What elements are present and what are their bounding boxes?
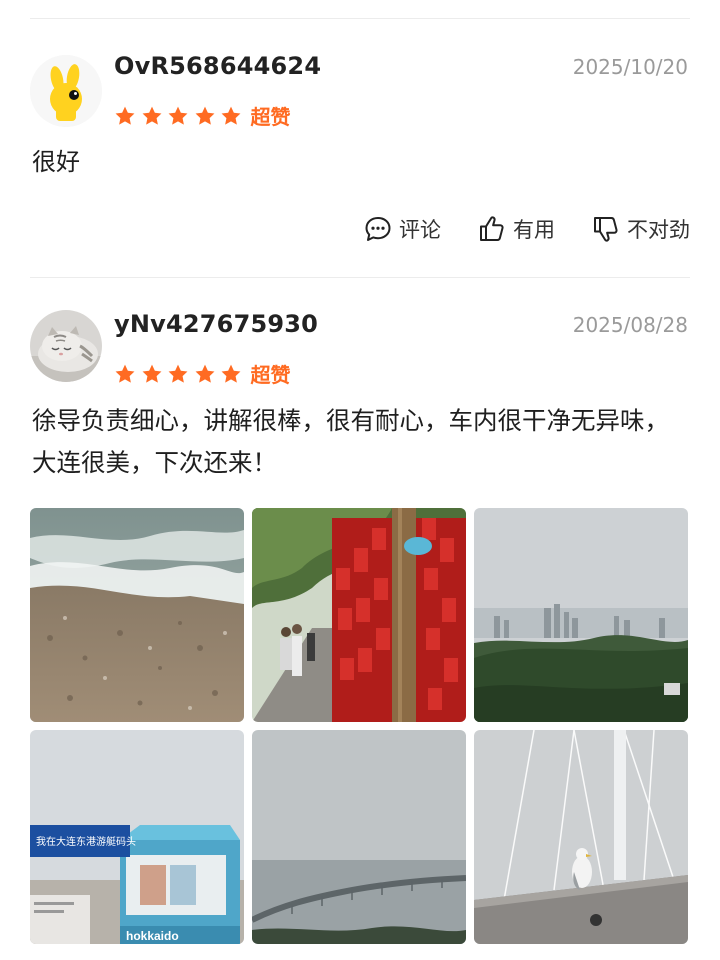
- comment-button[interactable]: 评论: [363, 214, 441, 244]
- rating-label: 超赞: [250, 363, 291, 387]
- comment-bubble-icon: [365, 217, 391, 241]
- star-icon: [195, 106, 214, 125]
- rating-label: 超赞: [250, 105, 291, 129]
- star-icon: [115, 106, 135, 125]
- thumbs-down-icon: [594, 217, 618, 242]
- kiosk-brand-text: hokkaido: [126, 929, 179, 943]
- yellow-glove-mascot-icon: [30, 55, 102, 127]
- star-icon: [221, 106, 241, 125]
- star-icon: [168, 364, 188, 383]
- username[interactable]: yNv427675930: [114, 310, 318, 338]
- review-date: 2025/08/28: [572, 313, 688, 337]
- avatar[interactable]: [30, 310, 102, 382]
- review-text: 很好: [32, 148, 80, 176]
- review-date: 2025/10/20: [572, 55, 688, 79]
- review-photo[interactable]: [252, 508, 466, 722]
- review-text: 徐导负责细心，讲解很棒，很有耐心，车内很干净无异味，大连很美，下次还来！: [32, 406, 669, 477]
- username[interactable]: OvR568644624: [114, 52, 321, 80]
- kiosk-image: hokkaido 我在大连东港游艇码头: [30, 730, 244, 944]
- useful-label: 有用: [513, 218, 555, 242]
- sea-beach-image: [30, 508, 244, 722]
- review-photo[interactable]: [474, 730, 688, 944]
- avatar[interactable]: [30, 55, 102, 127]
- comment-label: 评论: [399, 218, 441, 242]
- review-divider: [30, 277, 690, 278]
- useful-button[interactable]: 有用: [477, 214, 555, 244]
- top-divider: [30, 18, 690, 19]
- sea-bridge-image: [252, 730, 466, 944]
- photo-grid: hokkaido 我在大连东港游艇码头: [30, 508, 688, 944]
- sign-text: 我在大连东港游艇码头: [36, 835, 136, 848]
- review-photo[interactable]: [474, 508, 688, 722]
- star-icon: [142, 364, 161, 383]
- review-photo[interactable]: hokkaido 我在大连东港游艇码头: [30, 730, 244, 944]
- review-photo[interactable]: [252, 730, 466, 944]
- rating-row: 超赞: [114, 359, 291, 388]
- report-label: 不对劲: [627, 218, 690, 242]
- star-icon: [195, 364, 214, 383]
- review-actions: 评论 有用 不对劲: [327, 214, 690, 244]
- red-plaques-wall-image: [252, 508, 466, 722]
- report-button[interactable]: 不对劲: [591, 214, 690, 244]
- review-photo[interactable]: [30, 508, 244, 722]
- star-icon: [168, 106, 188, 125]
- city-skyline-image: [474, 508, 688, 722]
- star-icon: [115, 364, 135, 383]
- sleeping-cat-avatar-icon: [30, 310, 102, 382]
- rating-row: 超赞: [114, 101, 291, 130]
- star-icon: [221, 364, 241, 383]
- thumbs-up-icon: [480, 216, 504, 241]
- seagull-image: [474, 730, 688, 944]
- star-icon: [142, 106, 161, 125]
